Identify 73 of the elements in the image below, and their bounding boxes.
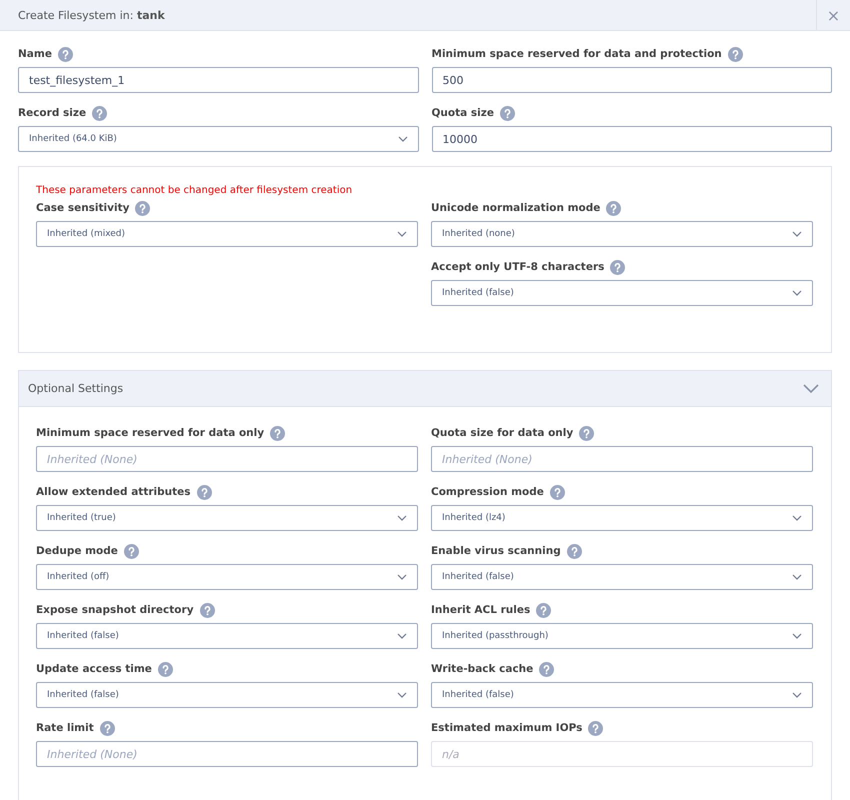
help-icon[interactable] bbox=[566, 544, 582, 558]
dropdown-field[interactable]: Inherited (true) bbox=[36, 505, 418, 531]
field-label: Accept only UTF-8 characters bbox=[431, 261, 604, 273]
help-icon[interactable] bbox=[536, 602, 552, 618]
help-icon[interactable] bbox=[58, 46, 73, 62]
chevron-down-icon bbox=[398, 136, 408, 142]
field-label: Quota size for data only bbox=[431, 427, 574, 439]
chevron-down-icon bbox=[792, 574, 802, 580]
help-icon[interactable] bbox=[200, 602, 215, 618]
help-icon[interactable] bbox=[270, 426, 286, 440]
field-label: Expose snapshot directory bbox=[36, 604, 194, 616]
text-field[interactable]: Inherited (None) bbox=[36, 446, 418, 472]
field-label: Record size bbox=[18, 107, 86, 119]
help-icon[interactable] bbox=[579, 426, 594, 440]
help-icon[interactable] bbox=[728, 46, 743, 62]
chevron-down-icon bbox=[397, 515, 407, 521]
dropdown-field[interactable]: Inherited (lz4) bbox=[431, 505, 813, 531]
accordion-title: Optional Settings bbox=[28, 382, 124, 395]
dropdown-field[interactable]: Inherited (false) bbox=[431, 682, 813, 708]
help-icon[interactable] bbox=[550, 484, 565, 500]
help-icon[interactable] bbox=[500, 106, 515, 120]
chevron-down-icon bbox=[792, 290, 802, 296]
dialog-title: Create Filesystem in: tank bbox=[17, 8, 165, 22]
chevron-down-icon bbox=[397, 692, 407, 698]
help-icon[interactable] bbox=[606, 200, 622, 216]
chevron-down-icon bbox=[792, 231, 802, 237]
field-label: Dedupe mode bbox=[36, 545, 118, 557]
text-field[interactable]: 500 bbox=[432, 67, 832, 93]
chevron-down-icon bbox=[792, 692, 802, 698]
field-label: Inherit ACL rules bbox=[431, 604, 530, 616]
dropdown-field[interactable]: Inherited (false) bbox=[431, 280, 813, 306]
field-label: Estimated maximum IOPs bbox=[431, 722, 582, 734]
field-label: Unicode normalization mode bbox=[431, 202, 600, 214]
warning-text: These parameters cannot be changed after filesystem creation bbox=[36, 185, 354, 196]
text-field[interactable]: 10000 bbox=[432, 126, 832, 152]
dropdown-field[interactable]: Inherited (64.0 KiB) bbox=[18, 126, 418, 152]
field-label: Enable virus scanning bbox=[431, 545, 561, 557]
accordion-header[interactable]: Optional Settings bbox=[19, 371, 831, 407]
help-icon[interactable] bbox=[158, 662, 173, 676]
chevron-down-icon bbox=[803, 384, 819, 394]
dropdown-field[interactable]: Inherited (false) bbox=[36, 682, 418, 708]
text-field[interactable]: test_filesystem_1 bbox=[18, 67, 418, 93]
help-icon[interactable] bbox=[196, 484, 212, 500]
chevron-down-icon bbox=[397, 633, 407, 639]
help-icon[interactable] bbox=[124, 544, 139, 558]
text-field[interactable]: Inherited (None) bbox=[36, 741, 418, 767]
help-icon[interactable] bbox=[135, 200, 150, 216]
dropdown-field[interactable]: Inherited (false) bbox=[431, 564, 813, 590]
dropdown-field[interactable]: Inherited (passthrough) bbox=[431, 623, 813, 649]
dropdown-field[interactable]: Inherited (mixed) bbox=[36, 221, 418, 247]
field-label: Quota size bbox=[432, 107, 494, 119]
field-label: Minimum space reserved for data only bbox=[36, 427, 264, 439]
chevron-down-icon bbox=[792, 515, 802, 521]
field-label: Compression mode bbox=[431, 486, 544, 498]
dropdown-field[interactable]: Inherited (false) bbox=[36, 623, 418, 649]
chevron-down-icon bbox=[397, 574, 407, 580]
help-icon[interactable] bbox=[539, 662, 554, 676]
help-icon[interactable] bbox=[100, 720, 115, 736]
field-label: Rate limit bbox=[36, 722, 94, 734]
dropdown-field[interactable]: Inherited (off) bbox=[36, 564, 418, 590]
help-icon[interactable] bbox=[92, 106, 108, 120]
help-icon[interactable] bbox=[588, 720, 604, 736]
field-label: Allow extended attributes bbox=[36, 486, 190, 498]
field-label: Case sensitivity bbox=[36, 202, 130, 214]
help-icon[interactable] bbox=[610, 260, 626, 274]
dropdown-field[interactable]: Inherited (none) bbox=[431, 221, 813, 247]
field-label: Update access time bbox=[36, 663, 152, 675]
field-label: Name bbox=[18, 48, 52, 60]
field-label: Write-back cache bbox=[431, 663, 534, 675]
field-label: Minimum space reserved for data and protection bbox=[432, 48, 722, 60]
chevron-down-icon bbox=[397, 231, 407, 237]
chevron-down-icon bbox=[792, 633, 802, 639]
text-field[interactable]: Inherited (None) bbox=[431, 446, 813, 472]
